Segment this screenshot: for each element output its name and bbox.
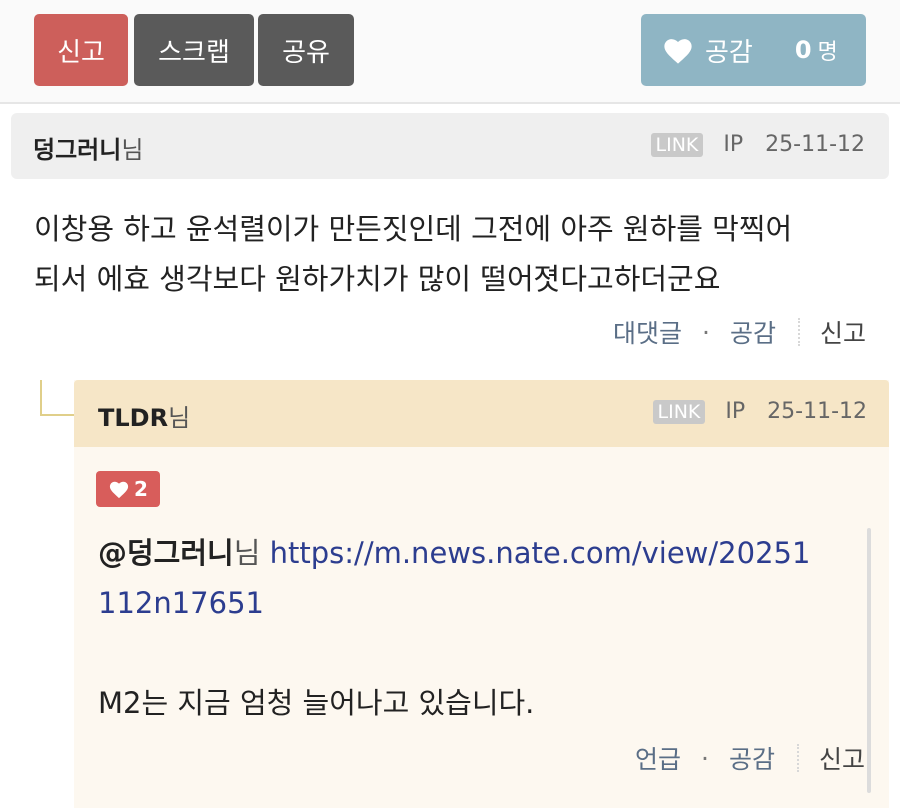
reply-connector	[40, 380, 76, 416]
like-link[interactable]: 공감	[730, 314, 776, 350]
news-url-link[interactable]: https://m.news.nate.com/view/20251	[270, 536, 811, 570]
comment-date: 25-11-12	[765, 132, 865, 157]
like-count-unit: 명	[817, 40, 838, 65]
action-divider	[797, 318, 800, 346]
heart-icon	[664, 39, 692, 64]
reply-author-suffix: 님	[168, 404, 191, 432]
reply-meta: LINK IP 25-11-12	[652, 399, 867, 424]
comment-body: 이창용 하고 윤석렬이가 만든짓인데 그전에 아주 원하를 막찍어 되서 에효 …	[34, 204, 874, 304]
scrollbar[interactable]	[867, 528, 871, 793]
scrap-button[interactable]: 스크랩	[134, 14, 254, 86]
reply-first-line: @덩그러니님 https://m.news.nate.com/view/2025…	[98, 528, 858, 578]
post-action-bar: 신고 스크랩 공유 공감 0 명	[0, 0, 900, 104]
report-link[interactable]: 신고	[820, 314, 866, 350]
reply-actions: 언급 · 공감 신고	[635, 740, 865, 776]
ip-label: IP	[723, 132, 744, 157]
heart-icon	[109, 481, 129, 499]
like-link[interactable]: 공감	[729, 740, 775, 776]
comment-author[interactable]: 덩그러니님	[33, 130, 143, 165]
reply-body: @덩그러니님 https://m.news.nate.com/view/2025…	[98, 528, 858, 728]
reply-author-name: TLDR	[98, 404, 169, 432]
report-button[interactable]: 신고	[34, 14, 128, 86]
reply-comment: TLDR님 LINK IP 25-11-12 2 @덩그러니님 https://…	[74, 380, 889, 808]
reply-like-count: 2	[134, 477, 148, 501]
reply-text: M2는 지금 엄청 늘어나고 있습니다.	[98, 686, 535, 720]
news-url-link-continued[interactable]: 112n17651	[98, 586, 264, 620]
reply-like-badge: 2	[96, 471, 160, 507]
comment-line: 이창용 하고 윤석렬이가 만든짓인데 그전에 아주 원하를 막찍어	[34, 212, 793, 246]
share-button[interactable]: 공유	[258, 14, 354, 86]
mention-suffix: 님	[233, 536, 261, 570]
comment-author-name: 덩그러니	[33, 136, 122, 164]
like-count: 0	[794, 36, 812, 64]
action-divider	[796, 744, 799, 772]
comment-line: 되서 에효 생각보다 원하가치가 많이 떨어졋다고하더군요	[34, 262, 721, 296]
action-separator-dot: ·	[701, 743, 709, 773]
reply-header: TLDR님 LINK IP 25-11-12	[74, 380, 889, 447]
comment-author-suffix: 님	[121, 136, 144, 164]
like-button[interactable]: 공감 0 명	[641, 14, 866, 86]
reply-author[interactable]: TLDR님	[98, 398, 190, 433]
ip-label: IP	[725, 399, 746, 424]
comment-meta: LINK IP 25-11-12	[650, 132, 865, 157]
link-badge[interactable]: LINK	[650, 132, 704, 157]
comment-actions: 대댓글 · 공감 신고	[613, 314, 866, 350]
reply-date: 25-11-12	[767, 399, 867, 424]
comment-header: 덩그러니님 LINK IP 25-11-12	[11, 113, 889, 179]
reply-link[interactable]: 대댓글	[613, 314, 682, 350]
report-link[interactable]: 신고	[819, 740, 865, 776]
like-button-label: 공감	[705, 37, 753, 68]
link-badge[interactable]: LINK	[652, 399, 706, 424]
mention-link[interactable]: @덩그러니	[98, 536, 234, 570]
mention-action-link[interactable]: 언급	[635, 740, 681, 776]
action-separator-dot: ·	[702, 317, 710, 347]
